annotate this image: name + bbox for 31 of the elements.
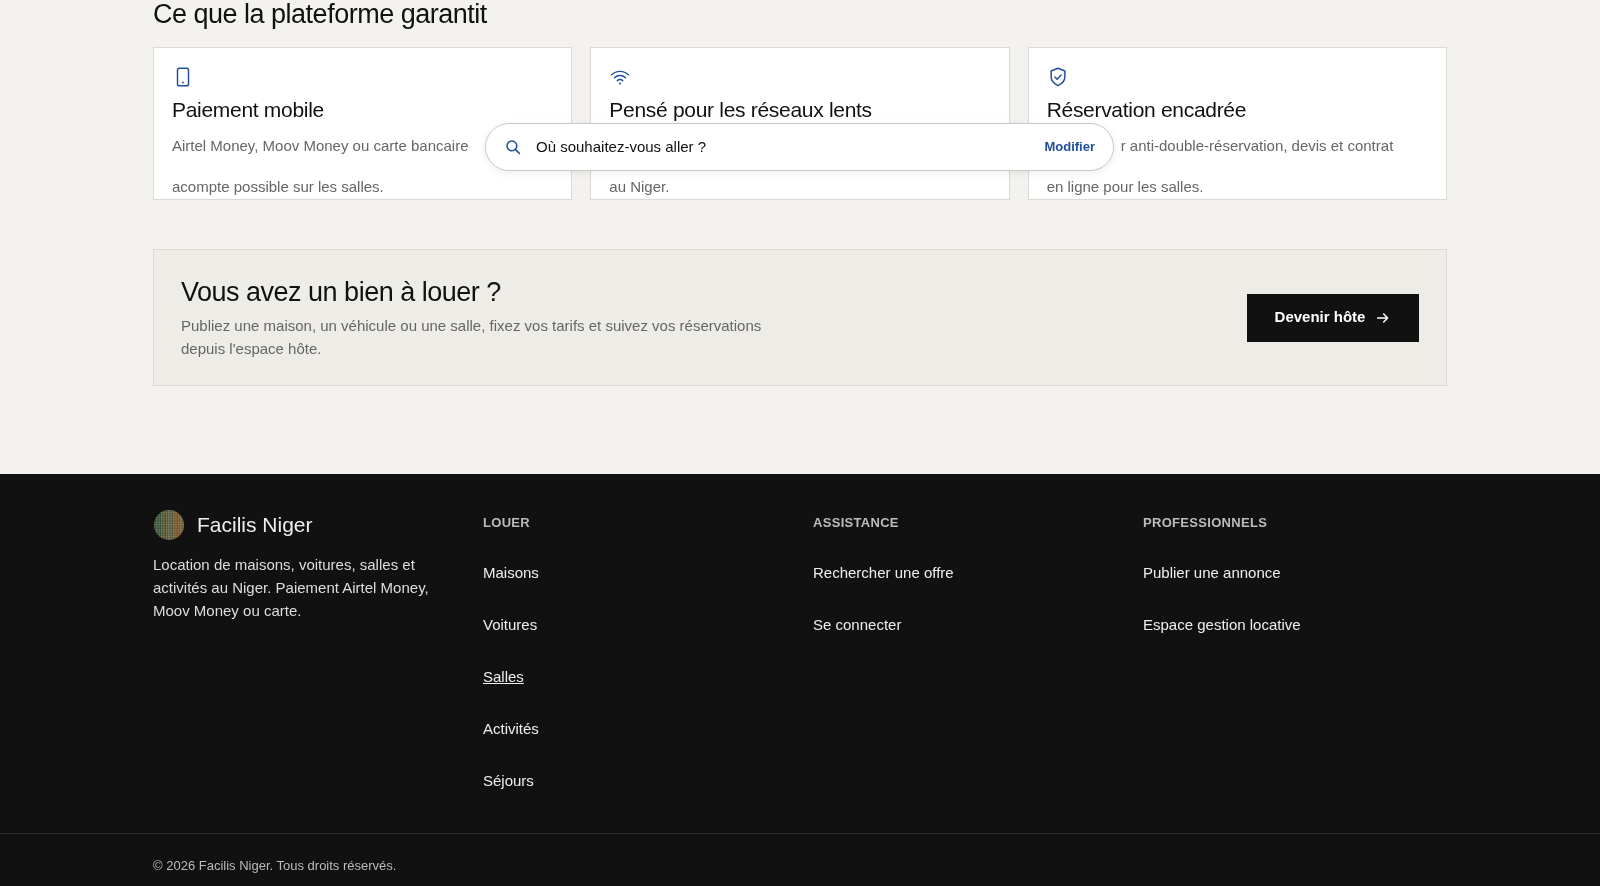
footer-link[interactable]: Maisons: [483, 560, 539, 585]
feature-description: r anti-double-réservation, devis et contrat: [1120, 136, 1394, 156]
become-host-button[interactable]: Devenir hôte: [1247, 293, 1419, 342]
feature-description: au Niger.: [609, 177, 670, 197]
footer-link[interactable]: Activités: [483, 716, 539, 741]
footer-link[interactable]: Publier une annonce: [1143, 560, 1281, 585]
section-title: Ce que la plateforme garantit: [153, 0, 488, 31]
search-icon: [504, 138, 522, 156]
footer-link[interactable]: Se connecter: [813, 612, 902, 637]
search-field[interactable]: Où souhaitez-vous aller ? Modifier: [485, 123, 1114, 171]
feature-description: acompte possible sur les salles.: [172, 177, 384, 197]
feature-title: Réservation encadrée: [1046, 98, 1248, 122]
footer-link[interactable]: Séjours: [483, 768, 534, 793]
brand-name: Facilis Niger: [197, 512, 313, 539]
feature-description: en ligne pour les salles.: [1046, 177, 1204, 197]
feature-title: Pensé pour les réseaux lents: [609, 98, 873, 122]
column-heading: LOUER: [483, 514, 531, 532]
footer-link[interactable]: Salles: [483, 664, 524, 689]
column-heading: PROFESSIONNELS: [1143, 514, 1269, 532]
modify-button[interactable]: Modifier: [1044, 137, 1095, 157]
logo-icon: [153, 509, 185, 541]
footer-description: Location de maisons, voitures, salles et activités au Niger. Paiement Airtel Money, Moov Money ou carte.: [153, 555, 430, 621]
feature-title: Paiement mobile: [172, 98, 325, 122]
copyright-text: © 2026 Facilis Niger. Tous droits réservés.: [153, 858, 397, 873]
footer-link[interactable]: Rechercher une offre: [813, 560, 954, 585]
footer-link[interactable]: Espace gestion locative: [1143, 612, 1301, 637]
column-heading: ASSISTANCE: [813, 514, 900, 532]
feature-description: Airtel Money, Moov Money ou carte bancaire: [172, 136, 469, 156]
footer-link[interactable]: Voitures: [483, 612, 538, 637]
banner-text: Publiez une maison, un véhicule ou une salle, fixez vos tarifs et suivez vos réservations depuis l'espace hôte.: [181, 315, 763, 359]
banner-title: Vous avez un bien à louer ?: [181, 275, 502, 308]
